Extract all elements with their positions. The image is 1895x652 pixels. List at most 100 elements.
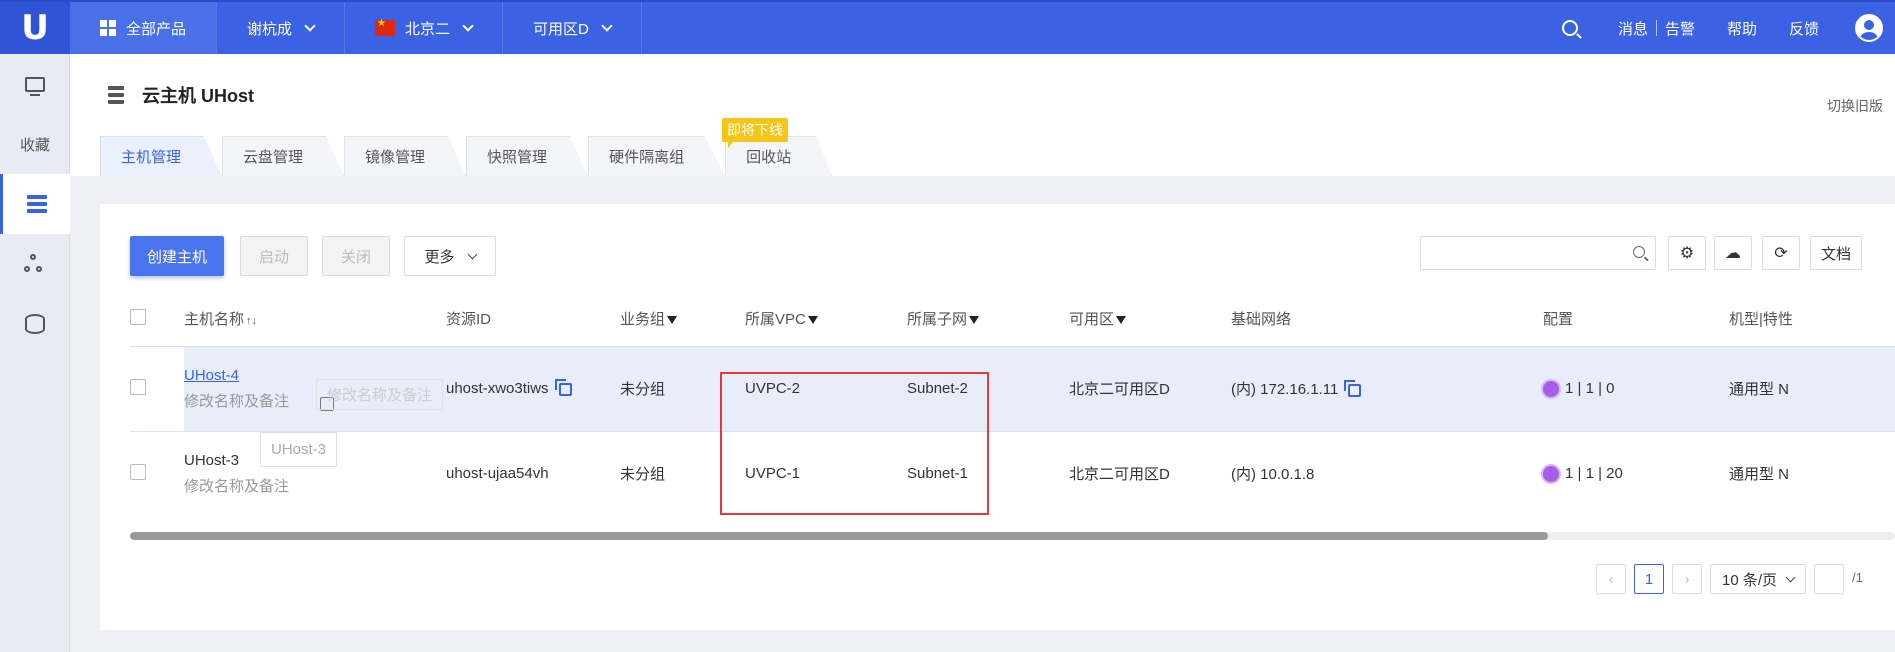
refresh-button[interactable]: ⟳ [1762, 236, 1800, 270]
chevron-down-icon [1785, 572, 1796, 582]
col-machine-type: 机型|特性 [1729, 311, 1793, 329]
ucloud-logo[interactable]: U [0, 2, 70, 54]
sidebar-item-network[interactable] [0, 234, 70, 294]
config-value: 1 | 1 | 20 [1565, 465, 1623, 483]
refresh-icon: ⟳ [1774, 245, 1788, 262]
tab-bar: 主机管理 云盘管理 镜像管理 快照管理 硬件隔离组 回收站 [100, 136, 833, 176]
filter-icon[interactable] [969, 316, 980, 325]
filter-icon[interactable] [807, 316, 818, 325]
total-pages: /1 [1852, 570, 1863, 585]
tab-recycle-bin[interactable]: 回收站 [725, 136, 833, 176]
create-host-button[interactable]: 创建主机 [130, 236, 224, 276]
favorites-label: 收藏 [19, 136, 50, 154]
host-table: 主机名称 ↑↓ 资源ID 业务组 所属VPC 所属子网 可用区 基础网络 配置 机… [130, 292, 1895, 516]
horizontal-scrollbar[interactable] [130, 532, 1895, 540]
database-icon [25, 314, 45, 334]
subnet-name: Subnet-1 [907, 430, 1069, 516]
download-button[interactable]: ☁ [1714, 236, 1752, 270]
cloud-download-icon: ☁ [1725, 245, 1741, 262]
china-flag-icon [375, 18, 396, 36]
resource-id: uhost-xwo3tiws [446, 380, 549, 397]
edit-hint-ghost: 修改名称及备注 [316, 378, 444, 410]
config-value: 1 | 1 | 0 [1565, 379, 1615, 397]
search-icon [1633, 246, 1645, 258]
monitor-icon [25, 76, 45, 96]
config-icon [1543, 466, 1559, 483]
search-icon[interactable] [1561, 20, 1578, 36]
page-size-label: 10 条/页 [1721, 571, 1778, 589]
switch-old-version-link[interactable]: 切换旧版 [1827, 96, 1883, 116]
chevron-down-icon [304, 20, 316, 32]
gear-icon: ⚙ [1679, 245, 1695, 262]
resource-id: uhost-ujaa54vh [446, 430, 620, 516]
page-number-current[interactable]: 1 [1634, 564, 1664, 594]
sidebar-item-database[interactable] [0, 294, 70, 354]
zone-dropdown[interactable]: 可用区D [503, 2, 642, 54]
feedback-link[interactable]: 反馈 [1773, 18, 1835, 39]
sidebar-item-uhost[interactable] [0, 174, 70, 234]
zone-name: 北京二可用区D [1069, 345, 1231, 431]
vpc-name: UVPC-2 [745, 345, 907, 431]
docs-button[interactable]: 文档 [1810, 236, 1862, 270]
region-dropdown[interactable]: 北京二 [345, 2, 504, 54]
scrollbar-thumb[interactable] [130, 532, 1548, 540]
filter-icon[interactable] [1116, 316, 1127, 325]
tab-disk-management[interactable]: 云盘管理 [222, 136, 345, 176]
col-zone[interactable]: 可用区 [1069, 292, 1231, 346]
grid-icon [100, 20, 116, 36]
search-input[interactable] [1420, 236, 1656, 270]
all-products-label: 全部产品 [126, 20, 187, 38]
table-header-row: 主机名称 ↑↓ 资源ID 业务组 所属VPC 所属子网 可用区 基础网络 配置 机… [130, 292, 1895, 346]
copy-icon[interactable] [554, 378, 572, 396]
col-vpc[interactable]: 所属VPC [745, 292, 907, 346]
alerts-link[interactable]: 告警 [1657, 18, 1711, 39]
machine-type: 通用型 N [1729, 430, 1895, 516]
host-remark: 修改名称及备注 [184, 477, 290, 495]
tab-snapshot-management[interactable]: 快照管理 [466, 136, 589, 176]
settings-button[interactable]: ⚙ [1668, 236, 1706, 270]
col-resource-id: 资源ID [446, 311, 492, 329]
page-size-select[interactable]: 10 条/页 [1710, 564, 1806, 594]
user-avatar-icon[interactable] [1855, 14, 1883, 42]
business-group: 未分组 [620, 345, 745, 431]
row-checkbox[interactable] [130, 378, 146, 395]
business-group: 未分组 [620, 430, 745, 516]
more-dropdown[interactable]: 更多 [404, 236, 496, 276]
network-ip: (内) 172.16.1.11 [1231, 381, 1339, 398]
all-products-menu[interactable]: 全部产品 [70, 2, 218, 54]
sidebar-item-favorites[interactable]: 收藏 [0, 114, 70, 174]
filter-icon[interactable] [667, 316, 678, 325]
vpc-name: UVPC-1 [745, 430, 907, 516]
help-link[interactable]: 帮助 [1711, 18, 1773, 39]
chevron-down-icon [601, 20, 613, 32]
deprecation-badge: 即将下线 [722, 118, 788, 148]
table-row[interactable]: UHost-4 修改名称及备注 修改名称及备注 uhost-xwo3tiws 未… [130, 345, 1895, 431]
network-tree-icon [24, 254, 45, 274]
row-checkbox[interactable] [130, 463, 146, 480]
tab-isolation-group[interactable]: 硬件隔离组 [588, 136, 726, 176]
sidebar-item-console[interactable] [0, 54, 70, 114]
host-list-panel: 创建主机 启动 关闭 更多 ⚙ ☁ ⟳ 文档 主机名称 ↑↓ 资源ID 业务组 所… [100, 204, 1895, 630]
tab-host-management[interactable]: 主机管理 [100, 136, 223, 176]
select-all-checkbox[interactable] [130, 308, 146, 325]
next-page-button[interactable]: › [1672, 564, 1702, 594]
copy-icon[interactable] [1344, 379, 1362, 397]
server-list-icon [26, 195, 47, 213]
table-row[interactable]: UHost-3 修改名称及备注 UHost-3 uhost-ujaa54vh 未… [130, 430, 1895, 516]
col-network: 基础网络 [1231, 311, 1292, 329]
stop-button[interactable]: 关闭 [322, 236, 390, 276]
messages-link[interactable]: 消息 [1602, 18, 1656, 39]
config-icon [1543, 381, 1559, 398]
col-hostname[interactable]: 主机名称 ↑↓ [184, 292, 446, 346]
col-business-group[interactable]: 业务组 [620, 292, 745, 346]
network-ip: (内) 10.0.1.8 [1231, 430, 1543, 516]
zone-label: 可用区D [533, 20, 589, 38]
col-subnet[interactable]: 所属子网 [907, 292, 1069, 346]
prev-page-button[interactable]: ‹ [1596, 564, 1626, 594]
page-jump-input[interactable] [1814, 564, 1844, 594]
sort-icon[interactable]: ↑↓ [246, 315, 257, 327]
start-button[interactable]: 启动 [240, 236, 308, 276]
host-name-tooltip: UHost-3 [260, 431, 338, 467]
user-project-dropdown[interactable]: 谢杭成 [217, 2, 346, 54]
tab-image-management[interactable]: 镜像管理 [344, 136, 467, 176]
